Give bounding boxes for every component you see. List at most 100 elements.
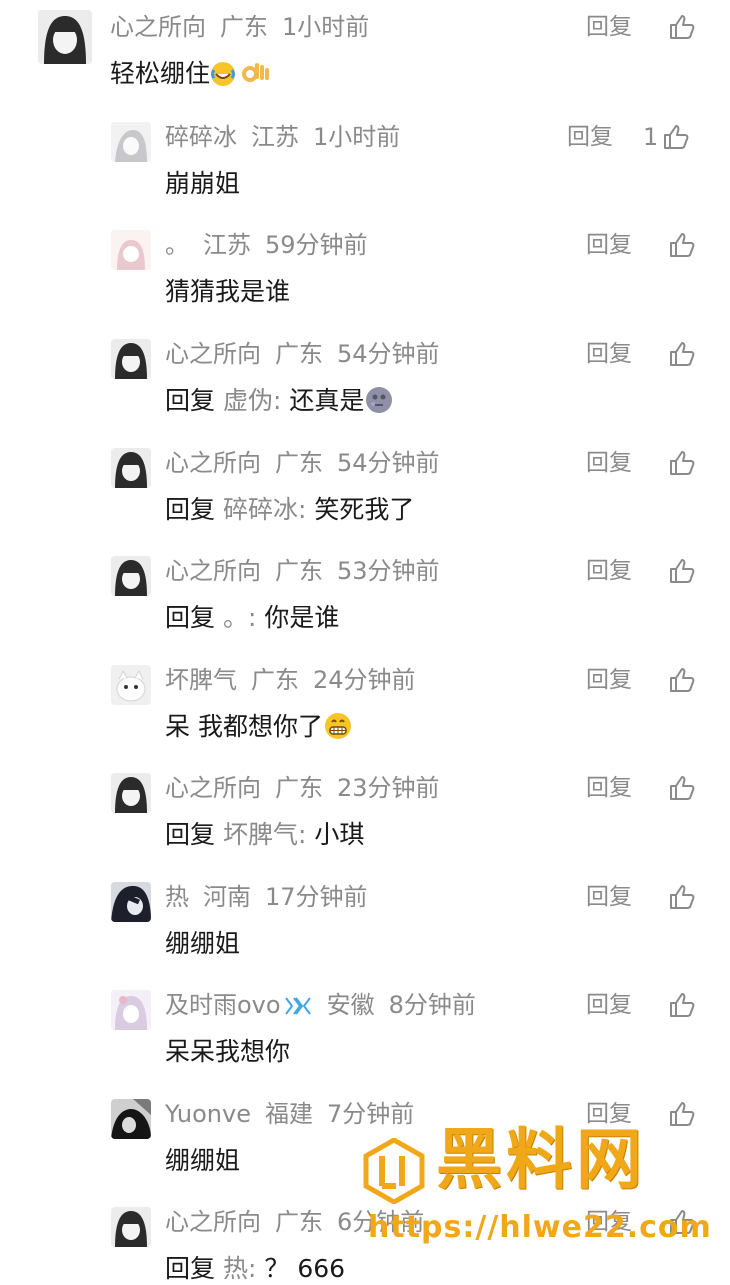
avatar[interactable]: [111, 773, 151, 813]
region: 广东: [275, 449, 323, 477]
username[interactable]: 心之所向: [110, 13, 206, 41]
region: 江苏: [203, 231, 251, 259]
ok-hand-emoji-icon: [240, 60, 270, 96]
avatar[interactable]: [111, 990, 151, 1030]
like-button[interactable]: 1: [643, 122, 690, 152]
avatar[interactable]: [111, 1099, 151, 1139]
like-button[interactable]: [664, 230, 696, 260]
reply-target-username[interactable]: 热: [223, 1254, 248, 1283]
comment-meta: 心之所向 广东 54分钟前: [165, 339, 440, 369]
username[interactable]: 。: [165, 231, 189, 259]
timestamp: 54分钟前: [337, 340, 440, 368]
timestamp: 59分钟前: [265, 231, 368, 259]
comment-meta: 心之所向 广东 54分钟前: [165, 448, 440, 478]
avatar[interactable]: [111, 882, 151, 922]
comment-text: 猜猜我是谁: [165, 277, 291, 306]
comment-text: 回复 热: ？ 666: [165, 1254, 346, 1283]
thumbs-up-icon: [670, 993, 695, 1017]
region: 福建: [264, 1100, 313, 1128]
username[interactable]: 心之所向: [165, 557, 261, 585]
comment-meta: 碎碎冰 江苏 1小时前: [165, 122, 400, 152]
thumbs-up-icon: [670, 1102, 695, 1126]
thumbs-up-icon: [664, 125, 689, 149]
timestamp: 24分钟前: [313, 666, 416, 694]
username[interactable]: 及时雨ovo: [165, 991, 281, 1019]
like-button[interactable]: [664, 773, 696, 803]
username[interactable]: Yuonve: [165, 1100, 251, 1128]
moon-face-emoji-icon: [364, 385, 394, 423]
like-button[interactable]: [664, 448, 696, 478]
reply-button[interactable]: 回复: [586, 556, 632, 586]
region: 江苏: [251, 123, 299, 151]
like-button[interactable]: [664, 665, 696, 695]
like-button[interactable]: [664, 556, 696, 586]
region: 广东: [251, 666, 299, 694]
avatar[interactable]: [111, 230, 151, 270]
timestamp: 1小时前: [313, 123, 401, 151]
timestamp: 7分钟前: [326, 1100, 415, 1128]
reply-target-username[interactable]: 碎碎冰: [223, 495, 298, 524]
like-button[interactable]: [664, 12, 696, 42]
username[interactable]: 碎碎冰: [165, 123, 237, 151]
timestamp: 54分钟前: [337, 449, 440, 477]
like-button[interactable]: [664, 882, 696, 912]
comment-text: 轻松绷住: [110, 58, 270, 96]
reply-button[interactable]: 回复: [586, 339, 632, 369]
reply-button[interactable]: 回复: [586, 448, 632, 478]
comment-meta: Yuonve 福建 7分钟前: [165, 1099, 414, 1129]
comment-meta: 心之所向 广东 23分钟前: [165, 773, 440, 803]
like-button[interactable]: [664, 339, 696, 369]
timestamp: 8分钟前: [388, 991, 476, 1019]
avatar[interactable]: [111, 556, 151, 596]
avatar[interactable]: [111, 122, 151, 162]
comment-text: 崩崩姐: [165, 169, 241, 198]
comment-text: 回复 碎碎冰: 笑死我了: [165, 495, 415, 524]
username[interactable]: 心之所向: [165, 449, 261, 477]
username[interactable]: 坏脾气: [165, 666, 237, 694]
thumbs-up-icon: [670, 342, 695, 366]
reply-button[interactable]: 回复: [586, 882, 632, 912]
reply-target-username[interactable]: 虚伪: [223, 386, 273, 415]
watermark-title: 黑料网: [436, 1121, 646, 1198]
reply-button[interactable]: 回复: [586, 990, 632, 1020]
reply-target-username[interactable]: 。: [223, 603, 248, 632]
timestamp: 53分钟前: [337, 557, 440, 585]
comment-text: 呆 我都想你了: [165, 711, 353, 749]
reply-button[interactable]: 回复: [586, 12, 632, 42]
grin-face-emoji-icon: [323, 711, 353, 749]
avatar[interactable]: [111, 448, 151, 488]
avatar[interactable]: [111, 339, 151, 379]
comment-meta: 。江苏 59分钟前: [165, 230, 368, 260]
username[interactable]: 热: [165, 883, 189, 911]
reply-button[interactable]: 回复: [567, 122, 613, 152]
reply-target-username[interactable]: 坏脾气: [223, 820, 298, 849]
like-button[interactable]: [664, 1099, 696, 1129]
vip-badge-icon: [283, 994, 313, 1024]
comment-meta: 坏脾气 广东 24分钟前: [165, 665, 416, 695]
like-button[interactable]: [664, 990, 696, 1020]
region: 广东: [220, 13, 268, 41]
avatar[interactable]: [111, 665, 151, 705]
region: 广东: [275, 340, 323, 368]
thumbs-up-icon: [670, 559, 695, 583]
comment-meta: 及时雨ovo 安徽 8分钟前: [165, 990, 476, 1024]
comment-text: 呆呆我想你: [165, 1037, 291, 1066]
thumbs-up-icon: [670, 233, 695, 257]
reply-button[interactable]: 回复: [586, 665, 632, 695]
watermark-url: https://hlwe22.com: [368, 1210, 712, 1245]
thumbs-up-icon: [670, 15, 695, 39]
avatar[interactable]: [111, 1207, 151, 1247]
reply-button[interactable]: 回复: [586, 773, 632, 803]
region: 河南: [203, 883, 251, 911]
timestamp: 23分钟前: [337, 774, 440, 802]
region: 广东: [275, 557, 323, 585]
avatar[interactable]: [38, 10, 92, 64]
username[interactable]: 心之所向: [165, 774, 261, 802]
username[interactable]: 心之所向: [165, 1208, 261, 1236]
like-count: 1: [643, 123, 659, 151]
username[interactable]: 心之所向: [165, 340, 261, 368]
comment-text: 回复 。: 你是谁: [165, 603, 340, 632]
timestamp: 1小时前: [282, 13, 370, 41]
reply-button[interactable]: 回复: [586, 230, 632, 260]
thumbs-up-icon: [670, 451, 695, 475]
